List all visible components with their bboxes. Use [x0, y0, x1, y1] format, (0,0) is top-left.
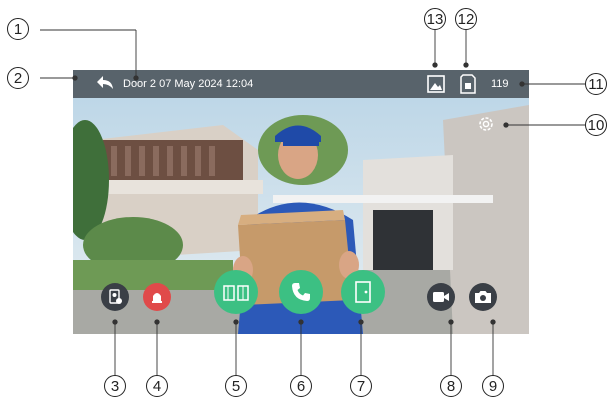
callout-2: 2: [7, 67, 29, 89]
callout-8: 8: [440, 375, 462, 397]
callout-11: 11: [585, 73, 607, 95]
callout-4: 4: [146, 375, 168, 397]
callout-9: 9: [482, 375, 504, 397]
callout-lines: [40, 29, 585, 375]
callout-1: 1: [7, 18, 29, 40]
callout-7: 7: [350, 375, 372, 397]
callout-12: 12: [455, 8, 477, 30]
callout-5: 5: [225, 375, 247, 397]
callout-6: 6: [290, 375, 312, 397]
callout-10: 10: [585, 114, 607, 136]
callout-13: 13: [424, 8, 446, 30]
callout-3: 3: [104, 375, 126, 397]
